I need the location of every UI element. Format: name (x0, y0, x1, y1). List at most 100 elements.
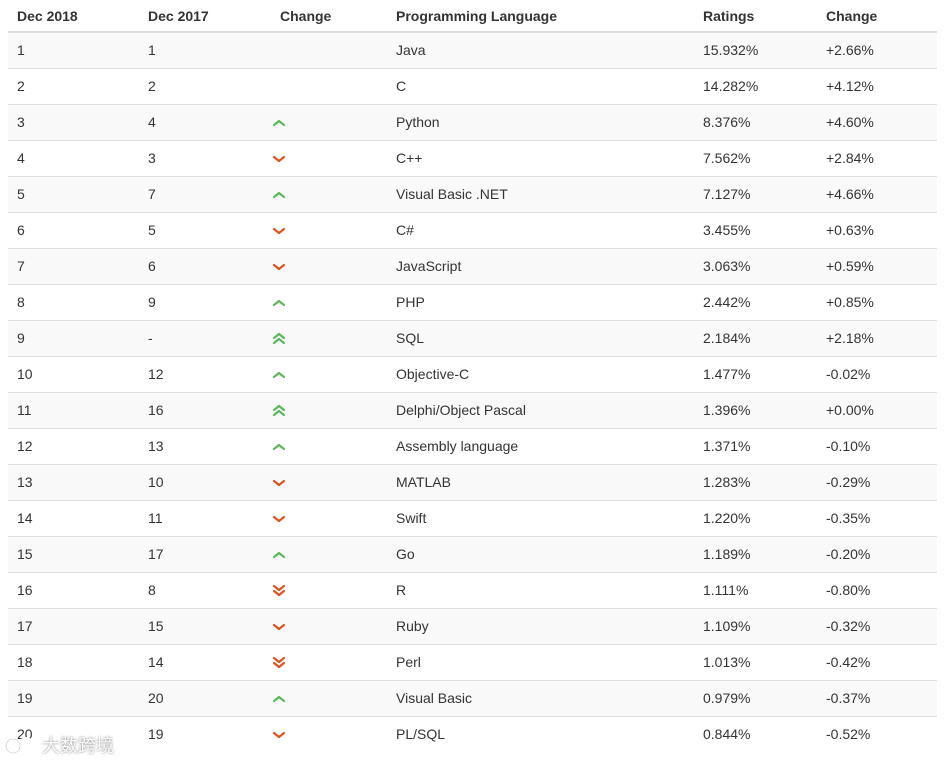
rank-2017-cell: 19 (148, 726, 164, 743)
rank-2017-cell: 5 (148, 222, 156, 238)
rank-2018-cell: 12 (17, 438, 33, 454)
chevron-down-icon (272, 156, 286, 163)
rank-2017-cell: 17 (148, 546, 164, 562)
language-cell: C (396, 78, 407, 94)
trend-cell (271, 32, 387, 68)
rating-change-cell: -0.37% (826, 690, 871, 706)
trend-cell (271, 644, 387, 680)
rank-2017-cell: 15 (148, 618, 164, 634)
table-row: 12 13 Assembly language 1.371% -0.10% (8, 428, 937, 464)
table-row: 20 19 PL/SQL 0.844% -0.52% (8, 716, 937, 752)
table-row: 14 11 Swift 1.220% -0.35% (8, 500, 937, 536)
trend-cell (271, 176, 387, 212)
rank-2018-cell: 4 (17, 150, 25, 166)
double-chevron-up-icon (272, 405, 286, 417)
table-row: 18 14 Perl 1.013% -0.42% (8, 644, 937, 680)
rating-change-cell: +0.59% (826, 258, 874, 274)
rating-cell: 1.371% (703, 438, 751, 454)
rank-2017-cell: 11 (148, 510, 163, 526)
watermark: 大数跨境 (0, 728, 144, 762)
rank-2018-cell: 1 (17, 42, 25, 59)
rank-2017-cell: 4 (148, 114, 156, 130)
chevron-down-icon (272, 516, 286, 523)
header-programming-language: Programming Language (387, 0, 694, 33)
table-row: 15 17 Go 1.189% -0.20% (8, 536, 937, 572)
rating-cell: 1.111% (703, 582, 749, 598)
trend-cell (271, 356, 387, 392)
table-header-row: Dec 2018 Dec 2017 Change Programming Lan… (8, 0, 937, 33)
trend-cell (271, 464, 387, 500)
trend-cell (271, 500, 387, 536)
double-chevron-up-icon (272, 333, 286, 345)
trend-cell (271, 572, 387, 608)
rating-change-cell: +2.84% (826, 150, 874, 166)
rank-2018-cell: 17 (17, 618, 33, 634)
rating-change-cell: -0.02% (826, 366, 871, 382)
language-cell: JavaScript (396, 258, 462, 274)
rank-2018-cell: 19 (17, 690, 33, 706)
rating-cell: 3.455% (703, 222, 751, 238)
rank-2017-cell: 7 (148, 186, 156, 202)
trend-cell (271, 320, 387, 356)
watermark-logo-icon (5, 737, 33, 754)
trend-cell (271, 284, 387, 320)
rating-cell: 0.979% (703, 690, 751, 706)
chevron-up-icon (272, 120, 286, 127)
rating-change-cell: -0.10% (826, 438, 871, 454)
language-cell: Ruby (396, 618, 429, 634)
rank-2017-cell: 6 (148, 258, 156, 274)
language-cell: Swift (396, 510, 427, 526)
rating-cell: 7.562% (703, 150, 751, 166)
table-row: 11 16 Delphi/Object Pascal 1.396% +0.00% (8, 392, 937, 428)
rank-2017-cell: 2 (148, 78, 156, 94)
table-row: 9 - SQL 2.184% +2.18% (8, 320, 937, 356)
chevron-down-icon (272, 624, 286, 631)
table-row: 10 12 Objective-C 1.477% -0.02% (8, 356, 937, 392)
rating-cell: 0.844% (703, 726, 751, 743)
language-cell: Objective-C (396, 366, 470, 382)
rating-change-cell: -0.80% (826, 582, 871, 598)
rank-2018-cell: 7 (17, 258, 25, 274)
header-dec-2017: Dec 2017 (139, 0, 271, 33)
rank-2018-cell: 14 (17, 510, 33, 526)
rating-cell: 1.109% (703, 618, 751, 634)
rating-cell: 2.442% (703, 294, 751, 310)
table-body: 1 1 Java 15.932% +2.66% 2 2 C 14.282% +4.12% 3 4 Pyt… (8, 32, 937, 752)
double-chevron-down-icon (272, 657, 286, 669)
trend-cell (271, 680, 387, 716)
rating-cell: 1.396% (703, 402, 751, 418)
rank-2018-cell: 10 (17, 366, 33, 382)
rank-2018-cell: 6 (17, 222, 25, 238)
language-cell: Java (396, 42, 426, 59)
trend-cell (271, 248, 387, 284)
rank-2017-cell: 1 (148, 42, 156, 59)
rank-2018-cell: 2 (17, 78, 25, 94)
language-cell: Perl (396, 654, 421, 670)
table-row: 16 8 R 1.111% -0.80% (8, 572, 937, 608)
language-cell: SQL (396, 330, 425, 346)
table-row: 17 15 Ruby 1.109% -0.32% (8, 608, 937, 644)
rank-2017-cell: 10 (148, 474, 164, 490)
double-chevron-down-icon (272, 585, 286, 597)
table-row: 7 6 JavaScript 3.063% +0.59% (8, 248, 937, 284)
trend-cell (271, 104, 387, 140)
rating-change-cell: +2.18% (826, 330, 874, 346)
table-row: 5 7 Visual Basic .NET 7.127% +4.66% (8, 176, 937, 212)
rating-cell: 1.477% (703, 366, 751, 382)
watermark-text: 大数跨境 (42, 736, 114, 756)
trend-cell (271, 536, 387, 572)
language-cell: Go (396, 546, 415, 562)
chevron-up-icon (272, 552, 286, 559)
rank-2017-cell: 13 (148, 438, 164, 454)
trend-cell (271, 68, 387, 104)
rating-cell: 3.063% (703, 258, 751, 274)
rating-change-cell: -0.42% (826, 654, 871, 670)
rank-2017-cell: - (148, 330, 153, 346)
language-cell: Python (396, 114, 440, 130)
header-rating-change: Change (817, 0, 937, 33)
language-cell: C# (396, 222, 414, 238)
language-cell: Assembly language (396, 438, 519, 454)
rating-cell: 1.283% (703, 474, 751, 490)
rank-2018-cell: 3 (17, 114, 25, 130)
language-cell: Delphi/Object Pascal (396, 402, 526, 418)
